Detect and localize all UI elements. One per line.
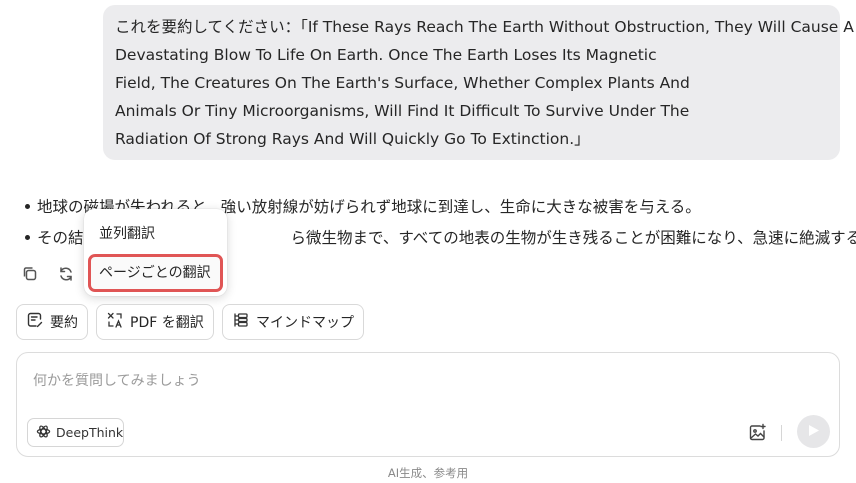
answer-bullet-text: 強い放射線が妨げられず地球に到達し、生命に大きな被害を与える。 [220, 198, 701, 216]
bullet-dot [25, 234, 30, 240]
send-icon [807, 422, 820, 441]
ai-disclaimer: AI生成、参考用 [387, 466, 469, 480]
summarize-icon [26, 311, 44, 333]
bullet-dot [25, 203, 30, 209]
user-message-line: Animals Or Tiny Microorganisms, Will Fin… [115, 102, 690, 120]
summarize-button[interactable]: 要約 [16, 304, 88, 340]
deepthink-icon [36, 424, 51, 442]
send-button[interactable] [797, 415, 830, 448]
message-composer[interactable]: 何かを質問してみましょう DeepThink [16, 352, 840, 457]
translate-pdf-button[interactable]: PDF を翻訳 [96, 304, 214, 340]
message-input-placeholder[interactable]: 何かを質問してみましょう [33, 370, 201, 390]
answer-bullet-text: ら微生物まで、すべての地表の生物が生き残ることが困難になり、急速に絶滅する。 [290, 229, 856, 247]
mind-map-button[interactable]: マインドマップ [222, 304, 364, 340]
mind-map-icon [232, 311, 250, 333]
attach-image-icon[interactable] [745, 420, 769, 444]
translate-icon [106, 311, 124, 333]
mind-map-label: マインドマップ [256, 315, 354, 331]
menu-item-page-translation[interactable]: ページごとの翻訳 [88, 254, 223, 292]
translate-pdf-label: PDF を翻訳 [130, 315, 204, 331]
composer-divider [781, 425, 782, 441]
menu-item-parallel-translation[interactable]: 並列翻訳 [99, 223, 155, 243]
deepthink-label: DeepThink [56, 425, 124, 440]
user-message-bubble: これを要約してください：「If These Rays Reach The Ear… [103, 5, 854, 160]
summarize-label: 要約 [50, 315, 78, 331]
answer-bullet-prefix: その結 [37, 229, 84, 247]
copy-icon[interactable] [18, 262, 42, 286]
user-message-line: Radiation Of Strong Rays And Will Quickl… [115, 130, 590, 148]
translate-menu: 並列翻訳 ページごとの翻訳 [84, 209, 227, 296]
user-message-line: Field, The Creatures On The Earth's Surf… [115, 74, 690, 92]
deepthink-toggle[interactable]: DeepThink [27, 418, 124, 447]
user-message-line: Devastating Blow To Life On Earth. Once … [115, 46, 657, 64]
user-message-line: これを要約してください：「If These Rays Reach The Ear… [115, 18, 854, 36]
refresh-icon[interactable] [54, 262, 78, 286]
